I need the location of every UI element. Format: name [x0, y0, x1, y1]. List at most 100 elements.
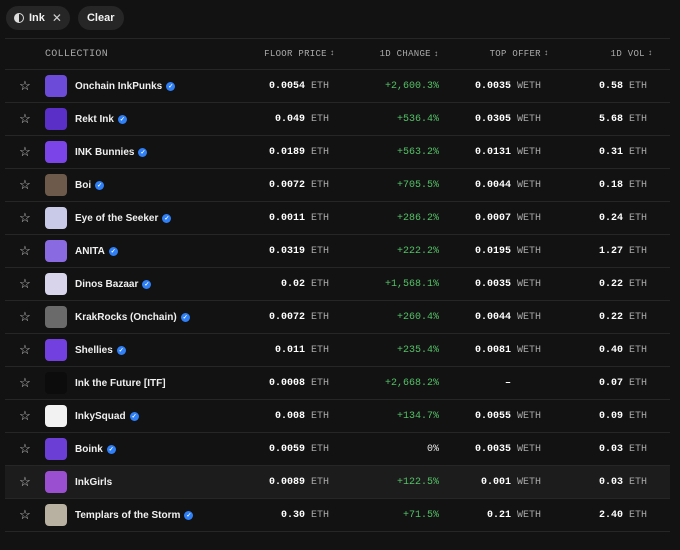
star-icon[interactable]: ☆: [5, 474, 45, 490]
star-icon[interactable]: ☆: [5, 309, 45, 325]
filter-chip-ink[interactable]: Ink ✕: [6, 6, 70, 30]
collection-cell[interactable]: InkGirls: [45, 471, 235, 493]
volume-cell: 1.27 ETH: [598, 245, 648, 257]
star-icon[interactable]: ☆: [5, 441, 45, 457]
table-row[interactable]: ☆ Dinos Bazaar ✓ 0.02 ETH +1,568.1% 0.0035 WETH…: [5, 268, 670, 301]
collection-cell[interactable]: ANITA ✓: [45, 240, 235, 262]
change-cell: +286.2%: [396, 212, 439, 224]
table-row[interactable]: ☆ INK Bunnies ✓ 0.0189 ETH +563.2% 0.0131 WETH 0…: [5, 136, 670, 169]
floor-price-cell: 0.0008 ETH: [268, 377, 330, 389]
table-row[interactable]: ☆ InkySquad ✓ 0.008 ETH +134.7% 0.0055 WETH 0.09…: [5, 400, 670, 433]
volume-cell: 0.07 ETH: [598, 377, 648, 389]
collection-name: ANITA: [75, 245, 105, 257]
collection-name: Boi: [75, 179, 92, 191]
header-collection[interactable]: COLLECTION: [45, 49, 235, 60]
star-icon[interactable]: ☆: [5, 210, 45, 226]
volume-cell: 5.68 ETH: [598, 113, 648, 125]
collection-name: Boink: [75, 443, 103, 455]
change-cell: +563.2%: [396, 146, 439, 158]
table-row[interactable]: ☆ Eye of the Seeker ✓ 0.0011 ETH +286.2% 0.000…: [5, 202, 670, 235]
clear-filters-button[interactable]: Clear: [77, 6, 124, 30]
collection-name: Eye of the Seeker: [75, 212, 159, 224]
star-icon[interactable]: ☆: [5, 243, 45, 259]
collection-avatar: [45, 504, 67, 526]
volume-cell: 0.18 ETH: [598, 179, 648, 191]
collection-cell[interactable]: INK Bunnies ✓: [45, 141, 235, 163]
table-row[interactable]: ☆ Shellies ✓ 0.011 ETH +235.4% 0.0081 WETH 0.40 E…: [5, 334, 670, 367]
collection-cell[interactable]: Templars of the Storm ✓: [45, 504, 235, 526]
table-row[interactable]: ☆ Ink the Future [ITF] 0.0008 ETH +2,668.2% –…: [5, 367, 670, 400]
table-row[interactable]: ☆ InkGirls 0.0089 ETH +122.5% 0.001 WETH 0.03 ET…: [5, 466, 670, 499]
collection-cell[interactable]: Boi ✓: [45, 174, 235, 196]
collection-cell[interactable]: Rekt Ink ✓: [45, 108, 235, 130]
floor-price-cell: 0.0319 ETH: [268, 245, 330, 257]
collection-avatar: [45, 108, 67, 130]
volume-cell: 0.22 ETH: [598, 278, 648, 290]
star-icon[interactable]: ☆: [5, 78, 45, 94]
table-row[interactable]: ☆ KrakRocks (Onchain) ✓ 0.0072 ETH +260.4% 0.0…: [5, 301, 670, 334]
collection-cell[interactable]: Dinos Bazaar ✓: [45, 273, 235, 295]
verified-badge-icon: ✓: [129, 411, 139, 421]
change-cell: +134.7%: [396, 410, 439, 422]
collection-avatar: [45, 339, 67, 361]
change-cell: 0%: [426, 443, 439, 455]
close-icon[interactable]: ✕: [52, 11, 62, 25]
star-icon[interactable]: ☆: [5, 144, 45, 160]
change-cell: +536.4%: [396, 113, 439, 125]
volume-cell: 0.09 ETH: [598, 410, 648, 422]
floor-price-cell: 0.0072 ETH: [268, 311, 330, 323]
collection-avatar: [45, 372, 67, 394]
star-icon[interactable]: ☆: [5, 408, 45, 424]
collection-cell[interactable]: InkySquad ✓: [45, 405, 235, 427]
collection-cell[interactable]: Eye of the Seeker ✓: [45, 207, 235, 229]
star-icon[interactable]: ☆: [5, 375, 45, 391]
floor-price-cell: 0.049 ETH: [274, 113, 330, 125]
table-body: ☆ Onchain InkPunks ✓ 0.0054 ETH +2,600.3% 0.00…: [5, 70, 670, 532]
verified-badge-icon: ✓: [180, 312, 190, 322]
star-icon[interactable]: ☆: [5, 342, 45, 358]
collection-cell[interactable]: Onchain InkPunks ✓: [45, 75, 235, 97]
sort-icon: ↕: [647, 49, 653, 58]
floor-price-cell: 0.02 ETH: [280, 278, 330, 290]
change-cell: +122.5%: [396, 476, 439, 488]
top-offer-cell: 0.0131 WETH: [474, 146, 542, 158]
table-row[interactable]: ☆ Rekt Ink ✓ 0.049 ETH +536.4% 0.0305 WETH 5.68 E…: [5, 103, 670, 136]
verified-badge-icon: ✓: [184, 510, 194, 520]
table-row[interactable]: ☆ Templars of the Storm ✓ 0.30 ETH +71.5% 0.21…: [5, 499, 670, 532]
floor-price-cell: 0.30 ETH: [280, 509, 330, 521]
floor-price-cell: 0.0054 ETH: [268, 80, 330, 92]
filter-chip-label: Ink: [29, 12, 45, 24]
volume-cell: 0.22 ETH: [598, 311, 648, 323]
top-offer-cell: 0.0007 WETH: [474, 212, 542, 224]
star-icon[interactable]: ☆: [5, 507, 45, 523]
floor-price-cell: 0.0189 ETH: [268, 146, 330, 158]
verified-badge-icon: ✓: [117, 114, 127, 124]
collection-cell[interactable]: KrakRocks (Onchain) ✓: [45, 306, 235, 328]
collection-cell[interactable]: Boink ✓: [45, 438, 235, 460]
header-1d-change[interactable]: 1D CHANGE ↕: [335, 49, 439, 59]
star-icon[interactable]: ☆: [5, 111, 45, 127]
table-row[interactable]: ☆ Boink ✓ 0.0059 ETH 0% 0.0035 WETH 0.03 ETH: [5, 433, 670, 466]
floor-price-cell: 0.0011 ETH: [268, 212, 330, 224]
verified-badge-icon: ✓: [162, 213, 172, 223]
volume-cell: 0.03 ETH: [598, 443, 648, 455]
collection-cell[interactable]: Shellies ✓: [45, 339, 235, 361]
table-row[interactable]: ☆ Boi ✓ 0.0072 ETH +705.5% 0.0044 WETH 0.18 ETH: [5, 169, 670, 202]
verified-badge-icon: ✓: [138, 147, 148, 157]
change-cell: +2,600.3%: [384, 80, 439, 92]
change-cell: +222.2%: [396, 245, 439, 257]
collection-name: Dinos Bazaar: [75, 278, 139, 290]
header-floor-price[interactable]: FLOOR PRICE ↕: [235, 49, 335, 59]
star-icon[interactable]: ☆: [5, 276, 45, 292]
header-top-offer[interactable]: TOP OFFER ↕: [439, 49, 549, 59]
collection-name: InkGirls: [75, 476, 113, 488]
volume-cell: 2.40 ETH: [598, 509, 648, 521]
header-1d-vol[interactable]: 1D VOL ↕: [549, 49, 653, 59]
star-icon[interactable]: ☆: [5, 177, 45, 193]
floor-price-cell: 0.0089 ETH: [268, 476, 330, 488]
top-offer-cell: –: [504, 377, 511, 389]
table-row[interactable]: ☆ ANITA ✓ 0.0319 ETH +222.2% 0.0195 WETH 1.27 ETH: [5, 235, 670, 268]
verified-badge-icon: ✓: [116, 345, 126, 355]
collection-cell[interactable]: Ink the Future [ITF]: [45, 372, 235, 394]
table-row[interactable]: ☆ Onchain InkPunks ✓ 0.0054 ETH +2,600.3% 0.00…: [5, 70, 670, 103]
